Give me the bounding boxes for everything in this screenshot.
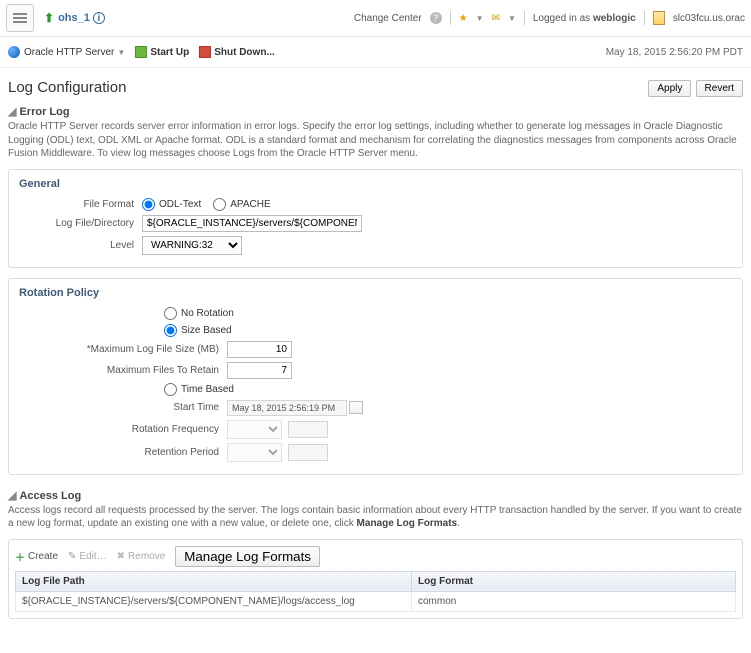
start-time-input <box>227 400 347 416</box>
file-format-apache-radio[interactable]: APACHE <box>213 198 270 211</box>
cell-log-file-path: ${ORACLE_INSTANCE}/servers/${COMPONENT_N… <box>16 591 412 611</box>
target-menu-caret-icon: ▼ <box>117 48 125 57</box>
file-format-label: File Format <box>19 199 142 210</box>
log-dir-label: Log File/Directory <box>19 218 142 229</box>
access-log-title: Access Log <box>19 490 81 502</box>
shut-down-icon <box>199 46 211 58</box>
start-up-button[interactable]: Start Up <box>150 47 189 58</box>
x-icon: ✖ <box>117 551 125 562</box>
plus-icon: ＋ <box>15 549 25 564</box>
max-files-input[interactable] <box>227 362 292 379</box>
col-log-file-path: Log File Path <box>16 571 412 591</box>
favorites-icon[interactable]: ★ <box>459 13 468 24</box>
max-size-label: *Maximum Log File Size (MB) <box>19 344 227 355</box>
access-log-panel: ＋Create ✎Edit… ✖Remove Manage Log Format… <box>8 539 743 619</box>
col-log-format: Log Format <box>412 571 736 591</box>
rotation-none-radio[interactable]: No Rotation <box>164 307 234 320</box>
mail-caret-icon: ▼ <box>508 14 516 23</box>
apply-button[interactable]: Apply <box>648 80 691 97</box>
log-dir-input[interactable] <box>142 215 362 232</box>
retention-period-value <box>288 444 328 461</box>
retention-period-label: Retention Period <box>19 447 227 458</box>
start-time-label: Start Time <box>19 402 227 413</box>
up-nav-icon[interactable]: ⬆ <box>44 11 54 25</box>
pencil-icon: ✎ <box>68 551 76 562</box>
globe-icon <box>8 46 20 58</box>
access-log-collapser-icon[interactable]: ◢ <box>8 490 16 502</box>
error-log-desc: Oracle HTTP Server records server error … <box>8 120 743 161</box>
rotation-freq-label: Rotation Frequency <box>19 424 227 435</box>
create-button[interactable]: ＋Create <box>15 549 58 564</box>
level-select[interactable]: WARNING:32 <box>142 236 242 255</box>
breadcrumb-target[interactable]: ohs_1 <box>58 12 90 24</box>
table-row[interactable]: ${ORACLE_INSTANCE}/servers/${COMPONENT_N… <box>16 591 736 611</box>
cell-log-format: common <box>412 591 736 611</box>
manage-log-formats-button[interactable]: Manage Log Formats <box>175 546 320 567</box>
change-center-label[interactable]: Change Center <box>354 13 422 24</box>
page-title: Log Configuration <box>8 79 126 96</box>
max-size-input[interactable] <box>227 341 292 358</box>
favorites-caret-icon: ▼ <box>476 14 484 23</box>
info-icon[interactable]: i <box>93 12 105 24</box>
host-doc-icon <box>653 11 665 25</box>
error-log-collapser-icon[interactable]: ◢ <box>8 106 16 118</box>
retention-period-select <box>227 443 282 462</box>
access-log-desc: Access logs record all requests processe… <box>8 504 743 531</box>
host-label: slc03fcu.us.orac <box>673 13 745 24</box>
rotation-time-radio[interactable]: Time Based <box>164 383 234 396</box>
general-panel: General File Format ODL-Text APACHE Log … <box>8 169 743 268</box>
calendar-icon <box>349 401 363 414</box>
page-timestamp: May 18, 2015 2:56:20 PM PDT <box>606 47 743 58</box>
access-log-table: Log File Path Log Format ${ORACLE_INSTAN… <box>15 571 736 612</box>
mail-icon[interactable]: ✉ <box>492 13 500 24</box>
rotation-size-radio[interactable]: Size Based <box>164 324 232 337</box>
start-up-icon <box>135 46 147 58</box>
main-menu-button[interactable] <box>6 4 34 32</box>
shut-down-button[interactable]: Shut Down... <box>214 47 275 58</box>
level-label: Level <box>19 240 142 251</box>
logged-in-label: Logged in as weblogic <box>533 13 636 24</box>
change-center-help-icon[interactable]: ? <box>430 12 442 24</box>
edit-button: ✎Edit… <box>68 551 107 562</box>
target-menu[interactable]: Oracle HTTP Server <box>24 47 114 58</box>
revert-button[interactable]: Revert <box>696 80 743 97</box>
rotation-freq-select <box>227 420 282 439</box>
remove-button: ✖Remove <box>117 551 166 562</box>
rotation-freq-value <box>288 421 328 438</box>
rotation-title: Rotation Policy <box>19 287 732 299</box>
general-title: General <box>19 178 732 190</box>
error-log-title: Error Log <box>19 106 69 118</box>
rotation-panel: Rotation Policy No Rotation Size Based *… <box>8 278 743 475</box>
max-files-label: Maximum Files To Retain <box>19 365 227 376</box>
file-format-odl-radio[interactable]: ODL-Text <box>142 198 201 211</box>
